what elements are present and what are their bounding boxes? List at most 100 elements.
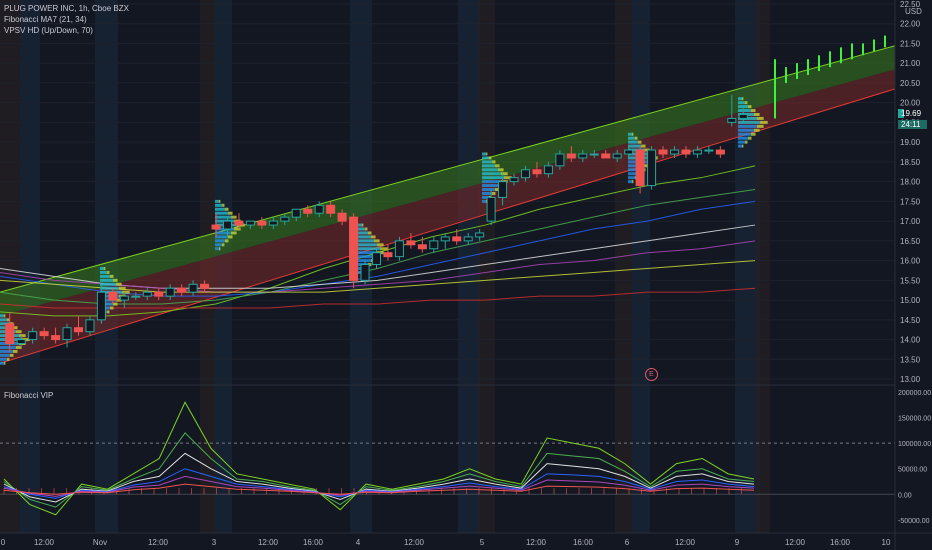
volume-profile-bar-up xyxy=(498,168,504,172)
candle-body xyxy=(119,295,129,301)
volume-profile-bar-up xyxy=(632,180,634,184)
volume-profile-bar-up xyxy=(10,353,14,357)
volume-profile-bar-up xyxy=(635,136,638,140)
symbol-legend[interactable]: PLUG POWER INC, 1h, Cboe BZX xyxy=(4,3,129,14)
volume-profile-bar xyxy=(215,247,219,251)
price-tick-label: 16.50 xyxy=(900,237,921,246)
candle-body xyxy=(440,236,450,242)
volume-profile-bar-up xyxy=(110,274,114,278)
volume-profile-bar xyxy=(628,132,632,136)
volume-profile-bar xyxy=(100,274,110,278)
candle-body xyxy=(142,291,152,297)
indicator-legend-fib-ma[interactable]: Fibonacci MA7 (21, 34) xyxy=(4,14,87,25)
volume-profile-bar-up xyxy=(219,199,221,203)
volume-profile-bar xyxy=(100,270,107,274)
volume-profile-bar xyxy=(482,164,495,168)
candle-body xyxy=(291,208,301,218)
volume-profile-bar-up xyxy=(377,243,384,247)
candle-body xyxy=(715,149,725,155)
volume-profile-bar-up xyxy=(119,286,126,290)
candle-body xyxy=(498,181,508,198)
volume-profile-bar-up xyxy=(365,227,368,231)
volume-profile-bar-up xyxy=(228,235,233,239)
volume-profile-bar-up xyxy=(492,191,496,195)
candle-body xyxy=(486,196,496,222)
time-tick-label: 12:00 xyxy=(526,538,547,547)
volume-profile-bar xyxy=(738,109,751,113)
candle-body xyxy=(73,327,84,333)
time-tick-label: 4 xyxy=(356,538,361,547)
lower-pane-legend[interactable]: Fibonacci VIP xyxy=(4,390,53,401)
volume-profile-bar-up xyxy=(113,278,118,282)
volume-profile-bar-up xyxy=(113,302,118,306)
price-tick-label: 19.00 xyxy=(900,138,921,147)
volume-profile-bar xyxy=(358,227,365,231)
volume-profile-bar xyxy=(215,211,228,215)
volume-profile-bar-up xyxy=(371,235,376,239)
volume-profile-bar xyxy=(0,345,16,349)
candle-body xyxy=(647,149,657,187)
last-price-tag: 19.69 xyxy=(898,109,921,118)
volume-profile-bar-up xyxy=(107,270,110,274)
time-tick-label: 16:00 xyxy=(573,538,594,547)
price-tick-label: 20.00 xyxy=(900,99,921,108)
volume-profile-bar xyxy=(738,140,745,144)
volume-profile-bar-up xyxy=(116,282,122,286)
volume-profile-bar xyxy=(358,223,362,227)
session-band xyxy=(0,0,20,533)
price-chart[interactable]: 22.5022.0021.5021.0020.5020.0019.5019.00… xyxy=(0,0,932,550)
volume-profile-bar xyxy=(358,239,374,243)
candle-body xyxy=(727,117,737,123)
price-tick-label: 22.00 xyxy=(900,20,921,29)
candle-body xyxy=(188,283,198,293)
candle-body xyxy=(349,216,359,281)
candle-body xyxy=(738,114,748,119)
volume-profile-bar-up xyxy=(760,120,768,124)
time-tick-label: 9 xyxy=(735,538,740,547)
candle-body xyxy=(669,149,680,155)
price-tick-label: 15.50 xyxy=(900,276,921,285)
volume-profile-bar xyxy=(482,191,492,195)
volume-profile-bar xyxy=(358,235,371,239)
volume-profile-bar-up xyxy=(745,101,748,105)
time-tick-label: Nov xyxy=(93,538,107,547)
candle-body xyxy=(463,236,473,242)
candle-body xyxy=(394,240,404,258)
candle-body xyxy=(165,287,175,297)
volume-tick-label: 50000.00 xyxy=(898,467,927,474)
price-tick-label: 18.50 xyxy=(900,158,921,167)
session-band xyxy=(20,0,40,533)
candle-body xyxy=(131,295,141,298)
volume-profile-bar-up xyxy=(754,113,760,117)
time-tick-label: 12:00 xyxy=(785,538,806,547)
price-tick-label: 14.00 xyxy=(900,336,921,345)
candle-body xyxy=(234,220,244,226)
time-tick-label: 0 xyxy=(1,538,6,547)
earnings-badge[interactable]: E xyxy=(645,368,658,381)
volume-profile-bar-up xyxy=(748,105,752,109)
candle-body xyxy=(566,153,576,159)
candle-body xyxy=(268,220,278,226)
indicator-legend-vpsv[interactable]: VPSV HD (Up/Down, 70) xyxy=(4,25,93,36)
candle-body xyxy=(39,331,49,337)
candle-body xyxy=(601,153,611,159)
volume-profile-bar-up xyxy=(757,116,764,120)
volume-profile-bar xyxy=(0,361,4,365)
candle-body xyxy=(692,149,702,155)
price-tick-label: 13.00 xyxy=(900,375,921,384)
volume-profile-bar xyxy=(738,124,757,128)
candle-body xyxy=(154,291,164,297)
volume-profile-bar xyxy=(482,188,495,192)
candle-body xyxy=(222,220,233,230)
candle-body xyxy=(360,264,370,281)
volume-profile-bar xyxy=(482,156,489,160)
volume-profile-bar xyxy=(215,215,231,219)
volume-profile-bar xyxy=(482,152,486,156)
volume-profile-bar-up xyxy=(234,227,241,231)
price-tick-label: 17.50 xyxy=(900,197,921,206)
volume-profile-bar-up xyxy=(742,144,744,148)
volume-profile-bar xyxy=(358,255,374,259)
volume-profile-bar-up xyxy=(110,306,114,310)
volume-profile-bar xyxy=(482,199,486,203)
volume-profile-bar-up xyxy=(757,124,764,128)
